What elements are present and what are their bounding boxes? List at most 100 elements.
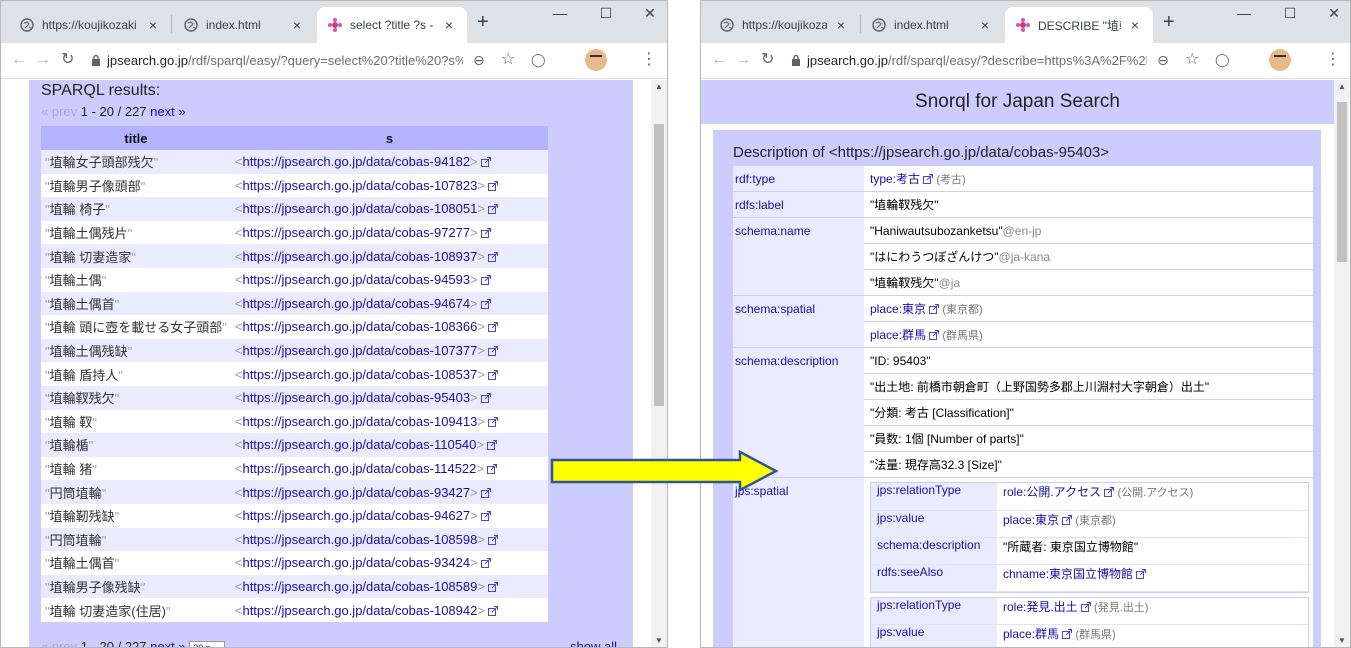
external-link-icon[interactable] xyxy=(1136,568,1147,579)
show-all-link[interactable]: show all xyxy=(570,639,617,647)
profile-avatar[interactable] xyxy=(585,49,607,71)
prop-label[interactable]: schema:spatial xyxy=(733,296,864,348)
close-tab-icon[interactable]: × xyxy=(833,17,849,33)
place-link[interactable]: place:東京 xyxy=(870,302,926,316)
close-tab-icon[interactable]: × xyxy=(1127,17,1143,33)
tab-koujikozaki[interactable]: https://koujikozaki × xyxy=(9,7,171,43)
external-link-icon[interactable] xyxy=(929,304,940,314)
external-link-icon[interactable] xyxy=(1062,514,1073,525)
bookmark-star-icon[interactable]: ☆ xyxy=(1185,51,1199,69)
uri-link[interactable]: https://jpsearch.go.jp/data/cobas-108537 xyxy=(242,367,477,382)
scroll-down-icon[interactable]: ▼ xyxy=(651,636,667,645)
tab-snorql-select[interactable]: select ?title ?s - Sno × xyxy=(317,7,467,43)
uri-link[interactable]: https://jpsearch.go.jp/data/cobas-109413 xyxy=(242,414,477,429)
uri-link[interactable]: https://jpsearch.go.jp/data/cobas-94627 xyxy=(242,508,470,523)
scroll-down-icon[interactable]: ▼ xyxy=(1334,636,1350,645)
uri-link[interactable]: https://jpsearch.go.jp/data/cobas-108366 xyxy=(242,319,477,334)
uri-link[interactable]: https://jpsearch.go.jp/data/cobas-110540 xyxy=(242,437,476,452)
tab-index-html[interactable]: index.html × xyxy=(173,7,315,43)
external-link-icon[interactable] xyxy=(480,487,491,498)
profile-avatar[interactable] xyxy=(1269,49,1291,71)
minimize-icon[interactable]: — xyxy=(1229,5,1259,21)
back-arrow-icon[interactable]: ← xyxy=(11,51,27,69)
close-tab-icon[interactable]: × xyxy=(145,17,161,33)
external-link-icon[interactable] xyxy=(1104,487,1115,497)
tab-snorql-describe[interactable]: DESCRIBE "埴輪靫 × xyxy=(1005,7,1153,43)
column-header-title[interactable]: title xyxy=(41,126,231,150)
forward-arrow-icon[interactable]: → xyxy=(35,51,51,69)
prop-label[interactable]: rdf:type xyxy=(733,166,864,192)
external-link-icon[interactable] xyxy=(487,581,498,592)
maximize-icon[interactable]: ☐ xyxy=(1275,5,1305,22)
close-window-icon[interactable]: ✕ xyxy=(635,5,665,22)
uri-link[interactable]: https://jpsearch.go.jp/data/cobas-114522 xyxy=(242,461,476,476)
uri-link[interactable]: https://jpsearch.go.jp/data/cobas-94674 xyxy=(242,296,470,311)
external-link-icon[interactable] xyxy=(480,393,491,404)
zoom-icon[interactable]: ⊖ xyxy=(1157,51,1169,69)
tab-index-html[interactable]: index.html × xyxy=(861,7,1003,43)
uri-link[interactable]: https://jpsearch.go.jp/data/cobas-108589 xyxy=(242,579,477,594)
uri-link[interactable]: https://jpsearch.go.jp/data/cobas-94593 xyxy=(242,272,470,287)
bookmark-star-icon[interactable]: ☆ xyxy=(501,51,515,69)
scroll-up-icon[interactable]: ▲ xyxy=(651,82,667,91)
uri-link[interactable]: https://jpsearch.go.jp/data/cobas-108937 xyxy=(242,249,477,264)
next-link[interactable]: next » xyxy=(150,639,185,647)
uri-link[interactable]: https://jpsearch.go.jp/data/cobas-108051 xyxy=(242,201,477,216)
external-link-icon[interactable] xyxy=(480,275,491,286)
uri-link[interactable]: https://jpsearch.go.jp/data/cobas-95403 xyxy=(242,390,470,405)
new-tab-icon[interactable]: + xyxy=(477,12,489,32)
next-link[interactable]: next » xyxy=(150,104,185,119)
tab-koujikozaki[interactable]: https://koujikozaki × xyxy=(709,7,859,43)
minimize-icon[interactable]: — xyxy=(545,5,575,21)
external-link-icon[interactable] xyxy=(487,322,498,333)
reload-icon[interactable]: ↻ xyxy=(761,51,774,69)
external-link-icon[interactable] xyxy=(480,157,491,168)
external-link-icon[interactable] xyxy=(480,558,491,569)
column-header-s[interactable]: s xyxy=(230,126,548,150)
close-tab-icon[interactable]: × xyxy=(289,17,305,33)
extension-icon[interactable]: ◯ xyxy=(1215,51,1230,69)
external-link-icon[interactable] xyxy=(1062,629,1073,639)
external-link-icon[interactable] xyxy=(487,346,498,357)
external-link-icon[interactable] xyxy=(487,369,498,380)
scroll-up-icon[interactable]: ▲ xyxy=(1334,82,1350,91)
extension-icon[interactable]: ◯ xyxy=(531,51,546,69)
url-field[interactable]: jpsearch.go.jp/rdf/sparql/easy/?describe… xyxy=(807,53,1147,68)
uri-link[interactable]: https://jpsearch.go.jp/data/cobas-107377 xyxy=(242,343,477,358)
close-window-icon[interactable]: ✕ xyxy=(1319,5,1349,22)
external-link-icon[interactable] xyxy=(480,511,491,522)
per-page-select[interactable]: 20 ▾ xyxy=(189,640,226,647)
external-link-icon[interactable] xyxy=(929,330,940,340)
back-arrow-icon[interactable]: ← xyxy=(711,51,727,69)
maximize-icon[interactable]: ☐ xyxy=(591,5,621,22)
external-link-icon[interactable] xyxy=(487,204,498,215)
external-link-icon[interactable] xyxy=(1080,601,1091,612)
uri-link[interactable]: https://jpsearch.go.jp/data/cobas-108942 xyxy=(242,603,477,618)
vertical-scrollbar[interactable]: ▲ ▼ xyxy=(1334,80,1350,647)
uri-link[interactable]: https://jpsearch.go.jp/data/cobas-93424 xyxy=(242,555,470,570)
scroll-thumb[interactable] xyxy=(1337,102,1347,262)
reload-icon[interactable]: ↻ xyxy=(61,51,74,69)
prop-label[interactable]: jps:spatial xyxy=(733,478,864,647)
uri-link[interactable]: https://jpsearch.go.jp/data/cobas-97277 xyxy=(242,225,470,240)
external-link-icon[interactable] xyxy=(480,228,491,239)
close-tab-icon[interactable]: × xyxy=(977,17,993,33)
external-link-icon[interactable] xyxy=(487,605,498,616)
new-tab-icon[interactable]: + xyxy=(1163,12,1175,32)
external-link-icon[interactable] xyxy=(487,180,498,191)
prop-label[interactable]: schema:name xyxy=(733,218,864,296)
prop-label[interactable]: rdfs:label xyxy=(733,192,864,218)
external-link-icon[interactable] xyxy=(487,251,498,262)
external-link-icon[interactable] xyxy=(486,440,497,451)
external-link-icon[interactable] xyxy=(486,464,497,475)
external-link-icon[interactable] xyxy=(487,534,498,545)
menu-kebab-icon[interactable]: ⋮ xyxy=(641,51,657,69)
uri-link[interactable]: https://jpsearch.go.jp/data/cobas-94182 xyxy=(242,154,470,169)
forward-arrow-icon[interactable]: → xyxy=(735,51,751,69)
url-field[interactable]: jpsearch.go.jp/rdf/sparql/easy/?query=se… xyxy=(107,53,463,68)
uri-link[interactable]: https://jpsearch.go.jp/data/cobas-93427 xyxy=(242,485,470,500)
uri-link[interactable]: https://jpsearch.go.jp/data/cobas-107823 xyxy=(242,178,477,193)
menu-kebab-icon[interactable]: ⋮ xyxy=(1325,51,1341,69)
place-link[interactable]: place:群馬 xyxy=(870,328,926,342)
external-link-icon[interactable] xyxy=(487,416,498,427)
